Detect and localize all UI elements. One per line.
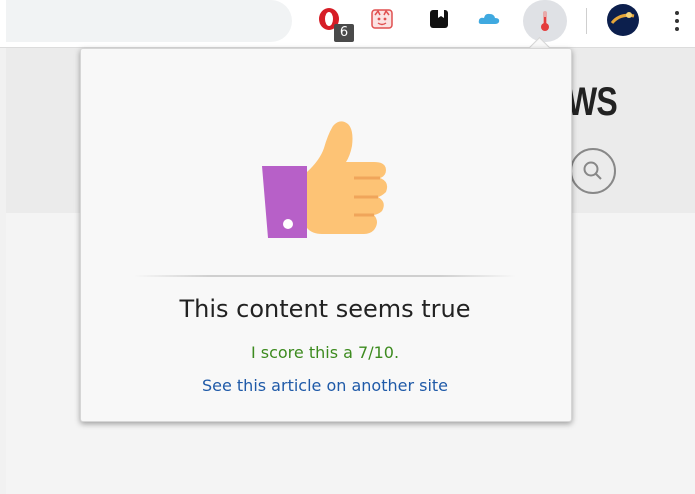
bookmark-icon[interactable] (426, 6, 452, 32)
verdict-text: This content seems true (179, 295, 471, 323)
thumbs-up-icon (262, 121, 388, 238)
search-icon (583, 161, 602, 180)
score-text: I score this a 7/10. (250, 343, 400, 362)
page-search-button[interactable] (570, 148, 616, 194)
extension-badge: 6 (334, 24, 354, 42)
thermometer-icon (541, 11, 549, 31)
browser-toolbar: 6 (0, 0, 695, 48)
alternate-article-link[interactable]: See this article on another site (80, 376, 570, 395)
address-bar[interactable] (6, 0, 292, 42)
more-vert-icon[interactable] (672, 8, 682, 34)
thermometer-extension-button[interactable] (523, 0, 567, 42)
popup-divider (134, 275, 516, 277)
profile-avatar[interactable] (606, 3, 640, 37)
site-title-fragment: WS (567, 80, 618, 124)
cloud-icon[interactable] (476, 6, 502, 32)
toolbar-divider (586, 8, 587, 34)
cat-icon[interactable] (369, 6, 395, 32)
